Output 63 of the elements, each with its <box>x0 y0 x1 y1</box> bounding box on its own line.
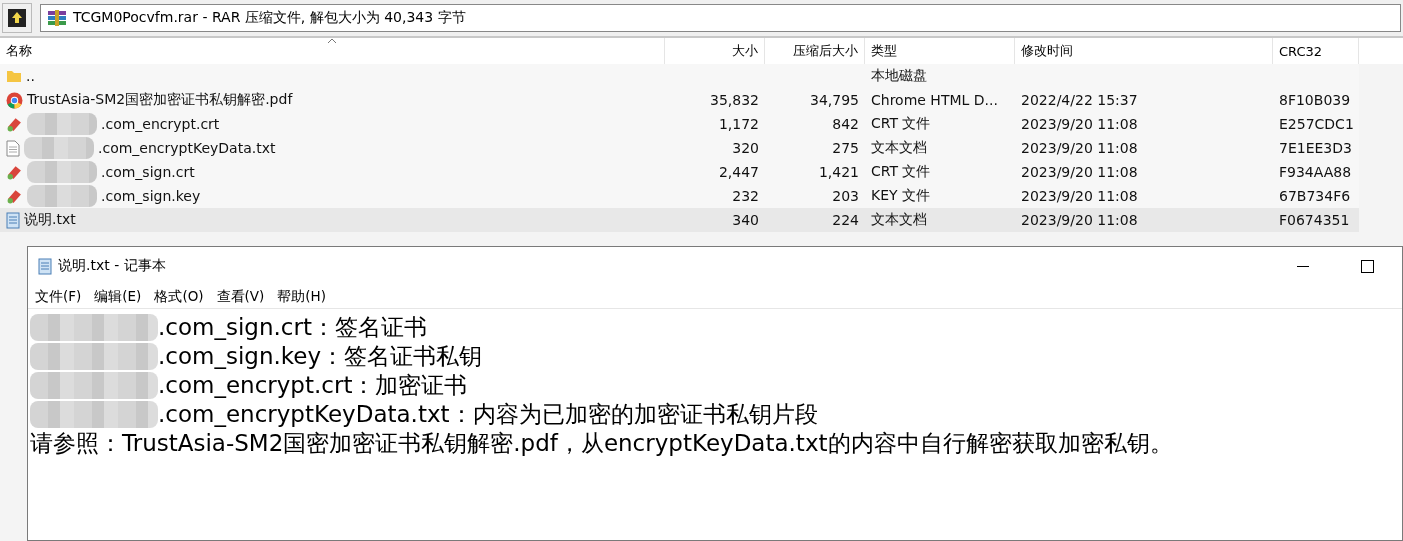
modified-time: 2023/9/20 11:08 <box>1021 188 1138 204</box>
file-type: CRT 文件 <box>871 115 931 133</box>
maximize-icon <box>1360 259 1374 273</box>
menu-item[interactable]: 帮助(H) <box>277 287 327 306</box>
menu-item[interactable]: 编辑(E) <box>94 287 142 306</box>
file-name: .. <box>26 68 35 84</box>
modified-time: 2023/9/20 11:08 <box>1021 164 1138 180</box>
folder-icon <box>6 68 22 84</box>
minimize-icon <box>1297 265 1309 267</box>
text-file-icon <box>6 139 20 157</box>
text-line: 请参照：TrustAsia-SM2国密加密证书私钥解密.pdf，从encryptKeyData.txt的内容中自行解密获取加密私钥。 <box>30 429 1173 458</box>
crc-value: F934AA88 <box>1279 164 1352 180</box>
modified-time: 2023/9/20 11:08 <box>1021 140 1138 156</box>
packed-size: 842 <box>832 116 859 132</box>
packed-size: 34,795 <box>810 92 859 108</box>
address-field[interactable]: TCGM0Pocvfm.rar - RAR 压缩文件, 解包大小为 40,343 字节 <box>40 4 1401 32</box>
crc-value: 8F10B039 <box>1279 92 1351 108</box>
file-size: 232 <box>732 188 759 204</box>
certificate-icon <box>6 187 23 205</box>
file-type: 文本文档 <box>871 211 927 229</box>
file-size: 2,447 <box>718 164 759 180</box>
packed-size: 203 <box>832 188 859 204</box>
file-size: 35,832 <box>710 92 759 108</box>
text-line: .com_encrypt.crt：加密证书 <box>158 371 468 400</box>
file-size: 1,172 <box>718 116 759 132</box>
certificate-icon <box>6 115 23 133</box>
file-type: 文本文档 <box>871 139 927 157</box>
crc-value: 67B734F6 <box>1279 188 1351 204</box>
file-type: CRT 文件 <box>871 163 931 181</box>
file-name: 说明.txt <box>24 211 76 229</box>
modified-time: 2023/9/20 11:08 <box>1021 116 1138 132</box>
up-folder-button[interactable] <box>2 3 32 33</box>
file-size: 320 <box>732 140 759 156</box>
notepad-icon <box>38 257 52 275</box>
file-name: TrustAsia-SM2国密加密证书私钥解密.pdf <box>27 91 293 109</box>
menu-item[interactable]: 查看(V) <box>216 287 265 306</box>
text-line: .com_sign.key：签名证书私钥 <box>158 342 483 371</box>
file-name: .com_sign.crt <box>101 164 195 180</box>
file-name: .com_encryptKeyData.txt <box>98 140 276 156</box>
notepad-icon <box>6 211 20 229</box>
browser-icon <box>6 91 23 109</box>
menu-item[interactable]: 文件(F) <box>35 287 82 306</box>
file-name: .com_encrypt.crt <box>101 116 220 132</box>
text-line: .com_sign.crt：签名证书 <box>158 313 427 342</box>
crc-value: F0674351 <box>1279 212 1350 228</box>
file-size: 340 <box>732 212 759 228</box>
window-title: 说明.txt - 记事本 <box>58 257 166 275</box>
packed-size: 275 <box>832 140 859 156</box>
archive-icon <box>47 10 67 26</box>
packed-size: 1,421 <box>818 164 859 180</box>
menu-item[interactable]: 格式(O) <box>154 287 204 306</box>
crc-value: 7E1EE3D3 <box>1279 140 1352 156</box>
file-name: .com_sign.key <box>101 188 201 204</box>
packed-size: 224 <box>832 212 859 228</box>
crc-value: E257CDC1 <box>1279 116 1354 132</box>
modified-time: 2023/9/20 11:08 <box>1021 212 1138 228</box>
text-line: .com_encryptKeyData.txt：内容为已加密的加密证书私钥片段 <box>158 400 818 429</box>
modified-time: 2022/4/22 15:37 <box>1021 92 1138 108</box>
certificate-icon <box>6 163 23 181</box>
file-type: KEY 文件 <box>871 187 931 205</box>
file-type: 本地磁盘 <box>871 67 927 85</box>
file-row[interactable]: 说明.txt 340 224 文本文档 2023/9/20 11:08 F0674351 <box>0 208 1359 232</box>
file-type: Chrome HTML D... <box>871 92 998 108</box>
